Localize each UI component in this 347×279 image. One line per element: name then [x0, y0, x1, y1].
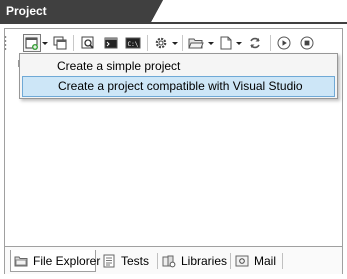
stop-button[interactable]: [298, 34, 316, 52]
toolbar-separator: [270, 35, 271, 51]
toolbar-separator: [147, 35, 148, 51]
title-underline: [0, 22, 347, 24]
tests-icon: [102, 254, 116, 268]
windows-button[interactable]: [51, 34, 69, 52]
tab-label: Tests: [121, 254, 150, 268]
menu-item-visual-studio-project[interactable]: Create a project compatible with Visual …: [22, 76, 335, 97]
find-button[interactable]: [79, 34, 97, 52]
tab-tests[interactable]: Tests: [102, 250, 154, 272]
svg-text:C:\: C:\: [128, 41, 139, 48]
play-icon: [277, 36, 291, 50]
run-button[interactable]: [275, 34, 293, 52]
tab-libraries[interactable]: Libraries: [162, 250, 227, 272]
mail-icon: [235, 254, 249, 268]
tab-separator: [230, 253, 231, 269]
menu-item-simple-project[interactable]: Create a simple project: [22, 56, 335, 77]
refresh-button[interactable]: [246, 34, 264, 52]
tab-label: Libraries: [181, 254, 228, 268]
command-prompt-button[interactable]: C:\: [124, 34, 142, 52]
settings-button[interactable]: [152, 34, 170, 52]
title-tab-corner: [151, 0, 163, 22]
tab-separator: [157, 253, 158, 269]
tab-separator: [282, 253, 283, 269]
new-file-dropdown-arrow[interactable]: [236, 42, 242, 45]
toolbar-separator: [182, 35, 183, 51]
settings-dropdown-arrow[interactable]: [172, 42, 178, 45]
new-project-button[interactable]: [23, 34, 41, 52]
console-button[interactable]: [102, 34, 120, 52]
file-explorer-icon: [14, 254, 28, 268]
new-project-menu: Create a simple project Create a project…: [19, 53, 338, 99]
open-folder-dropdown-arrow[interactable]: [208, 42, 214, 45]
tab-file-explorer[interactable]: File Explorer: [10, 250, 100, 272]
new-project-dropdown-arrow[interactable]: [42, 42, 48, 45]
new-project-icon: [25, 37, 38, 50]
tab-label: File Explorer: [33, 253, 101, 268]
libraries-icon: [162, 254, 176, 268]
toolbar-separator: [73, 35, 74, 51]
stop-icon: [300, 36, 314, 50]
command-prompt-icon: C:\: [125, 37, 141, 49]
tab-mail[interactable]: Mail: [235, 250, 280, 272]
new-file-icon: [220, 36, 232, 50]
toolbar-grip[interactable]: [4, 35, 7, 51]
tab-label: Mail: [254, 254, 277, 268]
open-folder-icon: [188, 38, 204, 49]
gear-icon: [155, 37, 167, 49]
console-icon: [104, 37, 118, 49]
new-file-button[interactable]: [217, 34, 235, 52]
find-icon: [81, 36, 94, 49]
windows-icon: [53, 36, 67, 50]
refresh-icon: [250, 37, 260, 49]
panel-title: Project: [0, 0, 151, 22]
open-folder-button[interactable]: [187, 34, 205, 52]
